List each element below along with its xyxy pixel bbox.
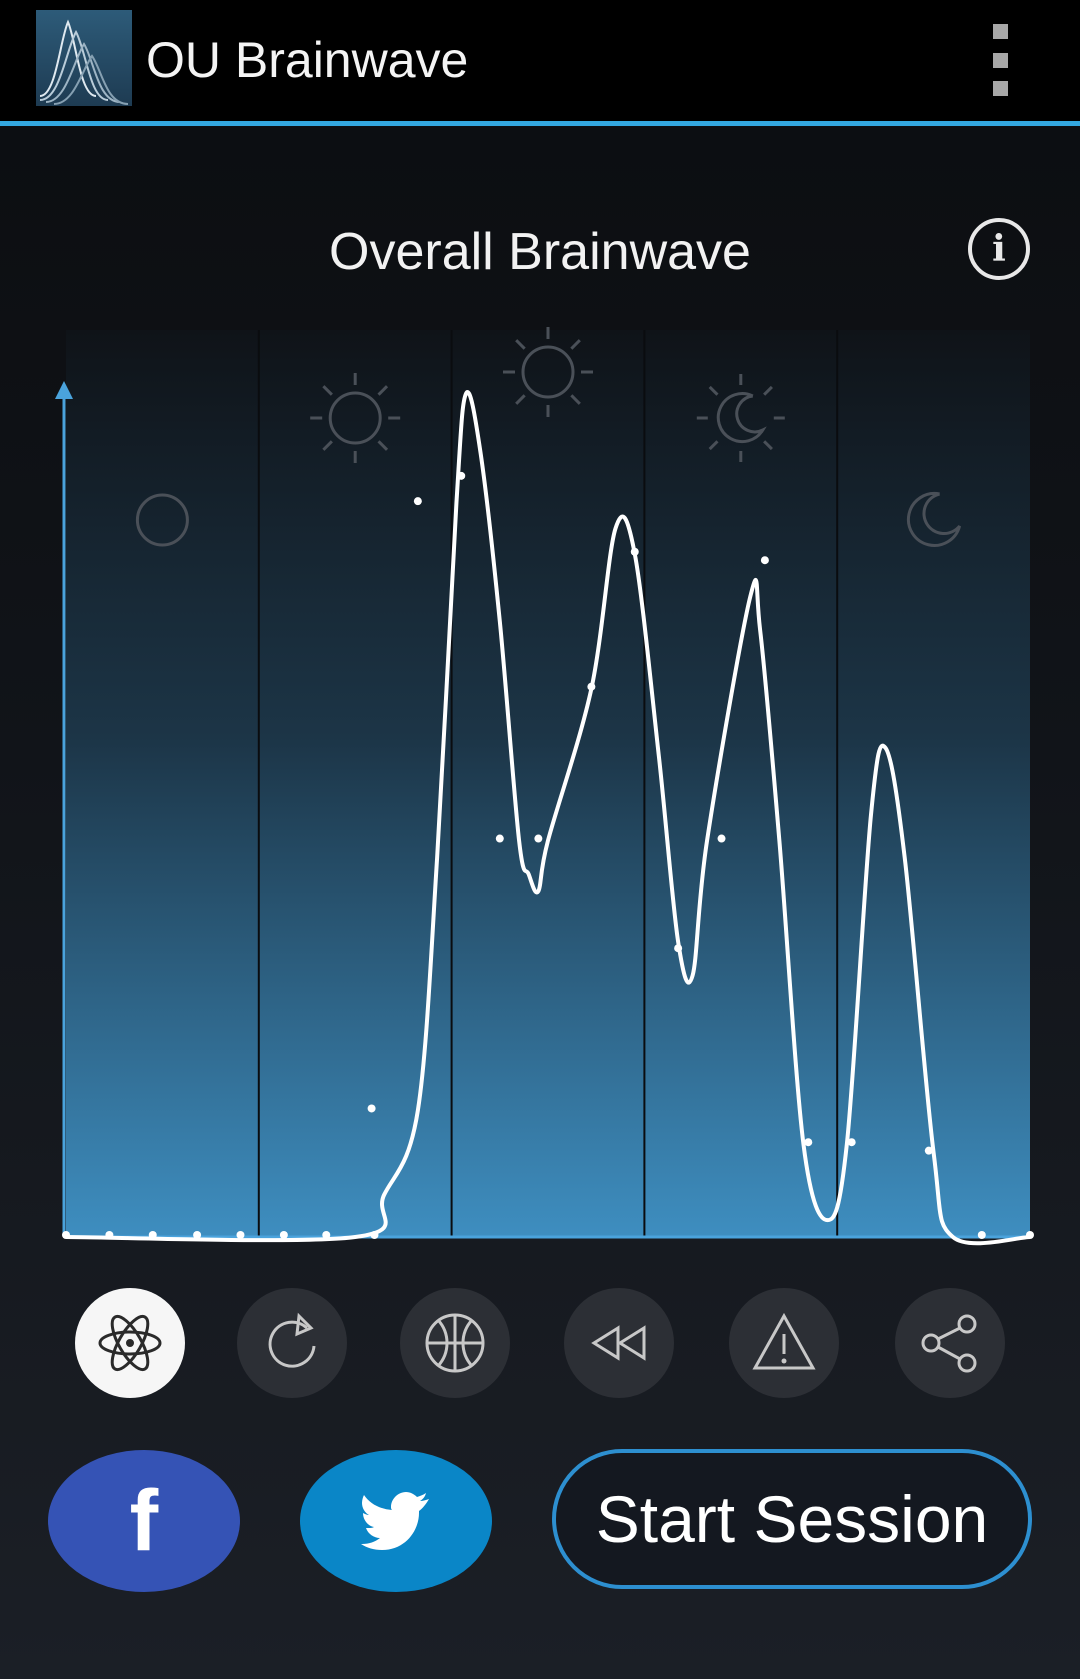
app-title: OU Brainwave — [146, 32, 469, 88]
app-bar: OU Brainwave — [0, 0, 1080, 126]
data-point — [674, 944, 683, 953]
replay-icon — [268, 1312, 316, 1368]
data-point — [236, 1231, 245, 1239]
data-point — [1026, 1231, 1034, 1239]
data-point — [193, 1231, 202, 1239]
share-button[interactable] — [895, 1288, 1005, 1398]
alert-button[interactable] — [729, 1288, 839, 1398]
data-point — [587, 682, 596, 691]
sport-mode-button[interactable] — [400, 1288, 510, 1398]
twitter-share-button[interactable] — [300, 1450, 492, 1592]
rewind-button[interactable] — [564, 1288, 674, 1398]
data-point — [977, 1231, 986, 1239]
overflow-menu-icon[interactable] — [980, 24, 1020, 96]
data-point — [847, 1138, 856, 1147]
data-point — [760, 556, 769, 565]
menu-dot — [992, 24, 1008, 39]
data-point — [457, 471, 466, 480]
data-point — [534, 834, 543, 843]
warning-icon — [752, 1312, 816, 1370]
info-icon[interactable]: i — [968, 218, 1030, 280]
atom-mode-button[interactable] — [75, 1288, 185, 1398]
facebook-share-button[interactable]: f — [48, 1450, 240, 1592]
rewind-icon — [591, 1325, 646, 1361]
data-point — [322, 1231, 331, 1239]
control-bar — [0, 1288, 1080, 1400]
data-point — [495, 834, 504, 843]
data-point — [279, 1231, 288, 1239]
brainwave-chart — [0, 300, 1080, 1260]
data-point — [105, 1231, 114, 1239]
info-label: i — [992, 228, 1006, 270]
twitter-bird-icon — [361, 1492, 429, 1550]
data-point — [413, 497, 422, 506]
facebook-icon: f — [129, 1473, 159, 1569]
data-point — [630, 547, 639, 556]
chart-svg — [55, 327, 1034, 1246]
basketball-icon — [425, 1313, 485, 1373]
data-point — [367, 1104, 376, 1113]
data-point — [62, 1231, 70, 1239]
data-point — [804, 1138, 813, 1147]
menu-dot — [992, 52, 1008, 68]
brainwave-logo-icon[interactable] — [36, 10, 132, 106]
section-title: Overall Brainwave — [329, 223, 751, 281]
start-session-button[interactable]: Start Session — [552, 1449, 1032, 1589]
data-point — [370, 1231, 379, 1239]
data-point — [717, 834, 726, 843]
logo-waves — [39, 19, 129, 105]
data-point — [924, 1146, 933, 1155]
share-icon — [921, 1314, 977, 1373]
data-point — [148, 1231, 157, 1239]
menu-dot — [992, 81, 1008, 96]
replay-button[interactable] — [237, 1288, 347, 1398]
atom-icon — [98, 1314, 162, 1372]
